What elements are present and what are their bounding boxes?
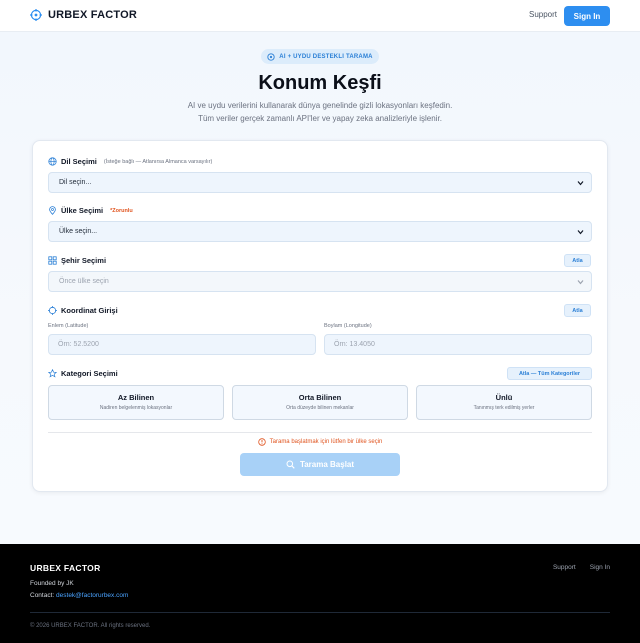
- star-icon: [48, 369, 57, 378]
- top-navbar: URBEX FACTOR Support Sign In: [0, 0, 640, 32]
- coords-label-row: Koordinat Girişi: [48, 306, 118, 315]
- city-skip-button[interactable]: Atla: [564, 254, 591, 267]
- category-option-az-bilinen[interactable]: Az Bilinen Nadiren belgelenmiş lokasyonl…: [48, 385, 224, 420]
- badge-label: AI + UYDU DESTEKLI TARAMA: [279, 53, 373, 60]
- start-scan-label: Tarama Başlat: [299, 460, 355, 469]
- sign-in-button[interactable]: Sign In: [564, 6, 610, 26]
- footer-contact-label: Contact:: [30, 592, 55, 599]
- language-label: Dil Seçimi: [61, 157, 97, 166]
- page-title: Konum Keşfi: [258, 72, 382, 94]
- globe-icon: [48, 157, 57, 166]
- category-skip-all-button[interactable]: Atla — Tüm Kategoriler: [507, 367, 592, 380]
- footer-copyright: © 2026 URBEX FACTOR. All rights reserved…: [30, 623, 151, 629]
- latitude-input[interactable]: Örn: 52.5200: [48, 334, 316, 355]
- start-scan-button[interactable]: Tarama Başlat: [240, 453, 400, 476]
- coords-skip-button[interactable]: Atla: [564, 304, 591, 317]
- crosshair-icon: [48, 306, 57, 315]
- footer-divider: [30, 612, 610, 613]
- country-select-value: Ülke seçin...: [59, 228, 98, 235]
- subtitle-line-2: Tüm veriler gerçek zamanlı API'ler ve ya…: [198, 113, 442, 123]
- country-label-row: Ülke Seçimi *Zorunlu: [48, 206, 133, 215]
- latitude-placeholder: Örn: 52.5200: [58, 341, 99, 348]
- language-select-value: Dil seçin...: [59, 179, 92, 186]
- subtitle-line-1: AI ve uydu verilerini kullanarak dünya g…: [187, 101, 453, 110]
- coords-label: Koordinat Girişi: [61, 306, 118, 315]
- language-hint: (İsteğe bağlı — Atlanırsa Almanca varsay…: [103, 158, 213, 165]
- footer-support-link[interactable]: Support: [553, 564, 576, 571]
- footer-signin-link[interactable]: Sign In: [590, 564, 610, 571]
- category-label: Kategori Seçimi: [61, 369, 118, 378]
- longitude-input[interactable]: Örn: 13.4050: [324, 334, 592, 355]
- language-label-row: Dil Seçimi (İsteğe bağlı — Atlanırsa Alm…: [48, 157, 212, 166]
- category-option-desc: Orta düzeyde bilinen mekanlar: [286, 405, 354, 411]
- search-icon: [286, 460, 295, 469]
- footer-links: Support Sign In: [553, 564, 610, 571]
- language-select[interactable]: Dil seçin...: [48, 172, 592, 193]
- footer-contact: Contact: destek@factorurbex.com: [30, 592, 128, 599]
- nav-support-link[interactable]: Support: [529, 10, 557, 19]
- chevron-down-icon: [577, 180, 584, 188]
- chevron-down-icon: [577, 229, 584, 237]
- country-required-warning: Tarama başlatmak için lütfen bir ülke se…: [33, 438, 607, 446]
- warning-text: Tarama başlatmak için lütfen bir ülke se…: [269, 439, 383, 445]
- footer-email-link[interactable]: destek@factorurbex.com: [56, 592, 128, 599]
- page-subtitle: AI ve uydu verilerini kullanarak dünya g…: [0, 100, 640, 125]
- category-option-desc: Nadiren belgelenmiş lokasyonlar: [99, 405, 173, 411]
- country-required-marker: *Zorunlu: [110, 207, 133, 214]
- category-option-title: Az Bilinen: [117, 393, 155, 402]
- category-option-title: Orta Bilinen: [298, 393, 342, 402]
- longitude-placeholder: Örn: 13.4050: [334, 341, 375, 348]
- footer: URBEX FACTOR Founded by JK Contact: dest…: [0, 544, 640, 643]
- footer-founded: Founded by JK: [30, 580, 74, 587]
- ai-satellite-badge: AI + UYDU DESTEKLI TARAMA: [261, 49, 379, 64]
- alert-circle-icon: [257, 438, 266, 446]
- footer-brand: URBEX FACTOR: [30, 563, 101, 573]
- city-select-value: Önce ülke seçin: [59, 278, 109, 285]
- latitude-label: Enlem (Latitude): [48, 323, 89, 329]
- brand-name: URBEX FACTOR: [48, 9, 137, 21]
- country-select[interactable]: Ülke seçin...: [48, 221, 592, 242]
- brand-logo[interactable]: URBEX FACTOR: [30, 9, 137, 21]
- chevron-down-icon: [577, 279, 584, 287]
- city-select[interactable]: Önce ülke seçin: [48, 271, 592, 292]
- main-content: AI + UYDU DESTEKLI TARAMA Konum Keşfi AI…: [0, 32, 640, 544]
- target-icon: [267, 52, 275, 61]
- crosshair-logo-icon: [30, 9, 42, 21]
- country-label: Ülke Seçimi: [61, 206, 104, 215]
- map-pin-icon: [48, 206, 57, 215]
- city-label-row: Şehir Seçimi: [48, 256, 106, 265]
- category-option-unlu[interactable]: Ünlü Tanınmış terk edilmiş yerler: [416, 385, 592, 420]
- category-label-row: Kategori Seçimi: [48, 369, 118, 378]
- form-divider: [48, 432, 592, 433]
- category-option-desc: Tanınmış terk edilmiş yerler: [473, 405, 535, 411]
- category-option-orta-bilinen[interactable]: Orta Bilinen Orta düzeyde bilinen mekanl…: [232, 385, 408, 420]
- city-label: Şehir Seçimi: [61, 256, 107, 265]
- longitude-label: Boylam (Longitude): [324, 323, 372, 329]
- grid-icon: [48, 256, 57, 265]
- search-form-card: Dil Seçimi (İsteğe bağlı — Atlanırsa Alm…: [32, 140, 608, 492]
- category-option-title: Ünlü: [495, 393, 513, 402]
